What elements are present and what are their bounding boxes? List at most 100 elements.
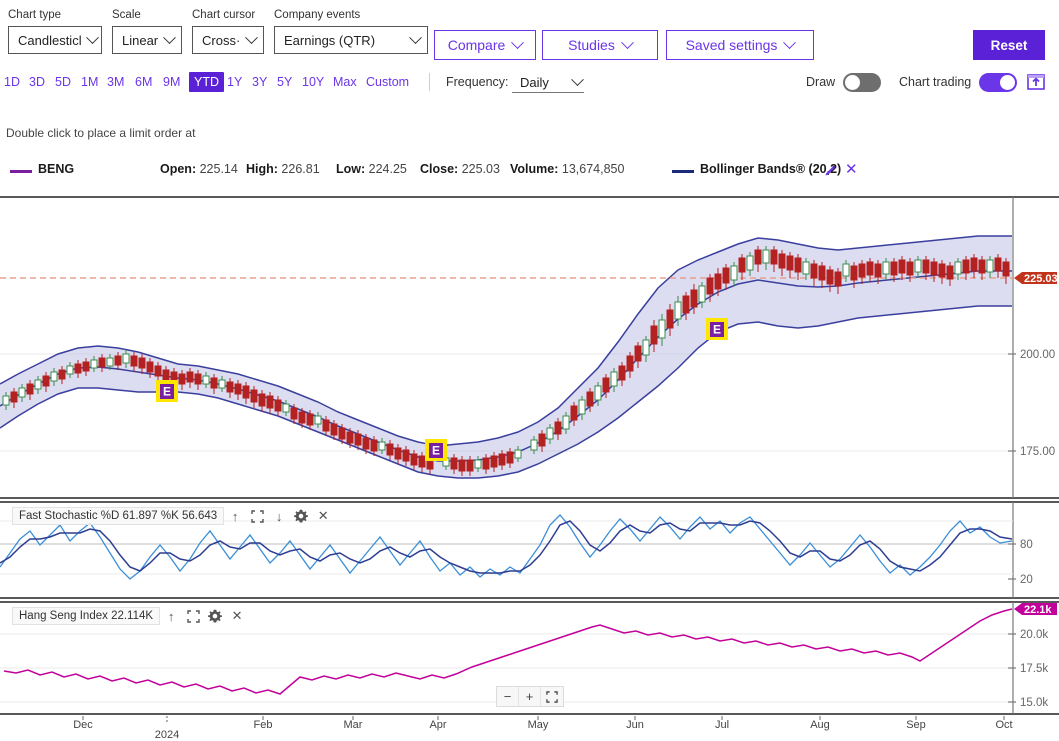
limit-order-hint: Double click to place a limit order at xyxy=(6,126,196,140)
hs-tick-17-5k: 17.5k xyxy=(1020,663,1048,675)
range-10y[interactable]: 10Y xyxy=(302,72,324,92)
saved-settings-button[interactable]: Saved settings xyxy=(666,30,814,60)
date-tick-jun: Jun xyxy=(626,719,644,731)
chevron-down-icon xyxy=(511,36,525,53)
range-max[interactable]: Max xyxy=(333,72,357,92)
quote-low: Low: 224.25 xyxy=(336,162,407,176)
quote-high-value: 226.81 xyxy=(281,162,320,176)
date-tick-oct: Oct xyxy=(995,719,1012,731)
company-events-select[interactable]: Earnings (QTR) xyxy=(274,26,428,54)
expand-icon[interactable] xyxy=(246,506,268,526)
range-ytd[interactable]: YTD xyxy=(189,72,224,92)
scale-select[interactable]: Linear xyxy=(112,26,182,54)
svg-text:E: E xyxy=(163,385,171,399)
svg-text:E: E xyxy=(432,444,440,458)
close-icon[interactable]: ✕ xyxy=(312,506,334,526)
range-3y[interactable]: 3Y xyxy=(252,72,267,92)
range-9m[interactable]: 9M xyxy=(163,72,180,92)
scale-label: Scale xyxy=(112,9,141,21)
price-chart-svg[interactable]: 200.00 175.00 E E E 225.03 xyxy=(0,196,1059,500)
range-custom[interactable]: Custom xyxy=(366,72,409,92)
earnings-marker[interactable]: E xyxy=(425,439,447,461)
hangseng-title: Hang Seng Index 22.114K xyxy=(12,607,161,625)
chart-type-control: Chart type Candlesticl xyxy=(8,8,102,54)
draw-toggle-group: Draw xyxy=(806,72,882,92)
range-1m[interactable]: 1M xyxy=(81,72,98,92)
date-tick-feb: Feb xyxy=(254,719,273,731)
gear-icon[interactable] xyxy=(290,506,312,526)
zoom-out-button[interactable]: − xyxy=(497,687,519,706)
frequency-label: Frequency: xyxy=(446,75,509,89)
quote-high-label: High: xyxy=(246,162,278,176)
range-1d[interactable]: 1D xyxy=(4,72,20,92)
chevron-down-icon xyxy=(163,30,176,48)
range-3m[interactable]: 3M xyxy=(107,72,124,92)
quote-low-label: Low: xyxy=(336,162,366,176)
last-price-tag-text: 225.03 xyxy=(1024,273,1058,285)
date-tick-may: May xyxy=(528,719,549,731)
frequency-select[interactable]: Daily xyxy=(512,72,584,93)
price-chart-panel[interactable]: 200.00 175.00 E E E 225.03 xyxy=(0,196,1059,500)
chevron-down-icon xyxy=(620,36,634,53)
up-arrow-icon[interactable]: ↑ xyxy=(224,506,246,526)
price-tick-175: 175.00 xyxy=(1020,446,1055,458)
bollinger-legend-label: Bollinger Bands® (20,2) xyxy=(700,162,842,176)
range-6m[interactable]: 6M xyxy=(135,72,152,92)
hangseng-value-tag-text: 22.1k xyxy=(1024,604,1052,616)
range-3d[interactable]: 3D xyxy=(29,72,45,92)
zoom-in-button[interactable]: + xyxy=(519,687,541,706)
quote-legend-row: BENG Open: 225.14 High: 226.81 Low: 224.… xyxy=(0,162,1059,180)
expand-icon[interactable] xyxy=(182,606,204,626)
range-5y[interactable]: 5Y xyxy=(277,72,292,92)
chart-trading-label: Chart trading xyxy=(899,75,972,89)
stoch-tick-80: 80 xyxy=(1020,539,1033,551)
chart-cursor-control: Chart cursor Cross· xyxy=(192,8,264,54)
date-tick-apr: Apr xyxy=(429,719,446,731)
chart-trading-toggle[interactable] xyxy=(979,72,1018,92)
range-5d[interactable]: 5D xyxy=(55,72,71,92)
compare-button[interactable]: Compare xyxy=(434,30,536,60)
chevron-down-icon xyxy=(245,30,258,48)
date-tick-dec: Dec xyxy=(73,719,93,731)
reset-button[interactable]: Reset xyxy=(973,30,1045,60)
frequency-value: Daily xyxy=(520,74,549,90)
fit-icon[interactable] xyxy=(541,687,563,706)
down-arrow-icon[interactable]: ↓ xyxy=(268,506,290,526)
gear-icon[interactable] xyxy=(204,606,226,626)
date-tick-2024: 2024 xyxy=(155,729,179,741)
chevron-down-icon xyxy=(571,72,584,90)
quote-volume-value: 13,674,850 xyxy=(561,162,625,176)
chevron-down-icon xyxy=(409,30,422,48)
svg-text:E: E xyxy=(713,323,721,337)
quote-open: Open: 225.14 xyxy=(160,162,238,176)
quote-low-value: 224.25 xyxy=(368,162,407,176)
date-axis: Dec 2024 Feb Mar Apr May Jun Jul Aug Sep… xyxy=(0,716,1059,741)
chart-cursor-value: Cross· xyxy=(202,32,241,48)
stochastic-panel[interactable]: 80 20 Fast Stochastic %D 61.897 %K 56.64… xyxy=(0,501,1059,600)
close-icon[interactable]: ✕ xyxy=(845,162,858,178)
stochastic-study-header: Fast Stochastic %D 61.897 %K 56.643 ↑ ↓ … xyxy=(12,506,334,526)
close-icon[interactable]: ✕ xyxy=(226,606,248,626)
earnings-marker[interactable]: E xyxy=(156,380,178,402)
stochastic-title: Fast Stochastic %D 61.897 %K 56.643 xyxy=(12,507,225,525)
chart-zoom-controls: − + xyxy=(496,686,564,707)
chart-cursor-select[interactable]: Cross· xyxy=(192,26,264,54)
chart-toolbar: Chart type Candlesticl Scale Linear Char… xyxy=(0,0,1059,72)
company-events-label: Company events xyxy=(274,9,361,21)
symbol-color-swatch xyxy=(10,170,32,173)
draw-toggle[interactable] xyxy=(843,72,882,92)
export-icon[interactable] xyxy=(1025,71,1047,93)
date-tick-jul: Jul xyxy=(715,719,729,731)
hs-tick-20k: 20.0k xyxy=(1020,629,1048,641)
range-1y[interactable]: 1Y xyxy=(227,72,242,92)
chart-type-select[interactable]: Candlesticl xyxy=(8,26,102,54)
quote-close: Close: 225.03 xyxy=(420,162,500,176)
earnings-marker[interactable]: E xyxy=(706,318,728,340)
quote-volume: Volume: 13,674,850 xyxy=(510,162,624,176)
up-arrow-icon[interactable]: ↑ xyxy=(160,606,182,626)
symbol-name: BENG xyxy=(38,162,75,176)
company-events-value: Earnings (QTR) xyxy=(284,32,376,48)
edit-pencil-icon[interactable] xyxy=(823,163,838,181)
chart-type-value: Candlesticl xyxy=(18,32,82,48)
studies-button[interactable]: Studies xyxy=(542,30,658,60)
